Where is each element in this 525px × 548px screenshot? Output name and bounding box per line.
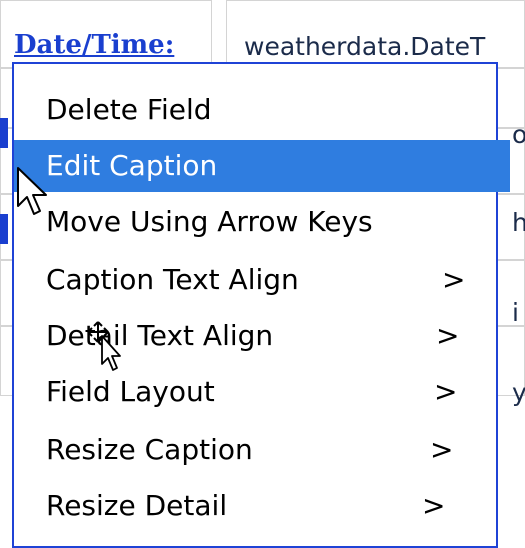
detail-peek: h [512,208,525,237]
caption-peek [0,214,8,244]
menu-item-detail-text-align[interactable]: Detail Text Align > [14,312,486,360]
menu-item-label: Caption Text Align [46,263,299,296]
detail-peek: i [512,298,519,327]
menu-item-delete-field[interactable]: Delete Field [14,86,486,134]
menu-item-field-layout[interactable]: Field Layout > [14,368,486,416]
menu-item-label: Delete Field [46,93,212,126]
menu-item-move-arrow-keys[interactable]: Move Using Arrow Keys [14,198,486,246]
submenu-arrow-icon: > [430,433,454,466]
submenu-arrow-icon: > [434,375,458,408]
context-menu: Delete Field Edit Caption Move Using Arr… [12,62,510,548]
menu-item-edit-caption[interactable]: Edit Caption [14,140,510,192]
submenu-arrow-icon: > [436,319,460,352]
menu-item-resize-caption[interactable]: Resize Caption > [14,426,486,474]
menu-item-label: Edit Caption [46,149,218,182]
menu-item-caption-text-align[interactable]: Caption Text Align > [14,256,486,304]
submenu-arrow-icon: > [422,489,446,522]
menu-item-resize-detail[interactable]: Resize Detail > [14,482,486,530]
menu-item-label: Detail Text Align [46,319,274,352]
detail-peek: y [512,378,525,407]
submenu-arrow-icon: > [442,263,466,296]
date-time-detail[interactable]: weatherdata.DateT [244,32,485,61]
menu-item-label: Move Using Arrow Keys [46,205,373,238]
detail-peek: o [512,120,525,149]
menu-item-label: Resize Detail [46,489,228,522]
date-time-caption[interactable]: Date/Time: [14,30,174,60]
caption-peek [0,118,8,148]
menu-item-label: Resize Caption [46,433,253,466]
menu-item-label: Field Layout [46,375,215,408]
